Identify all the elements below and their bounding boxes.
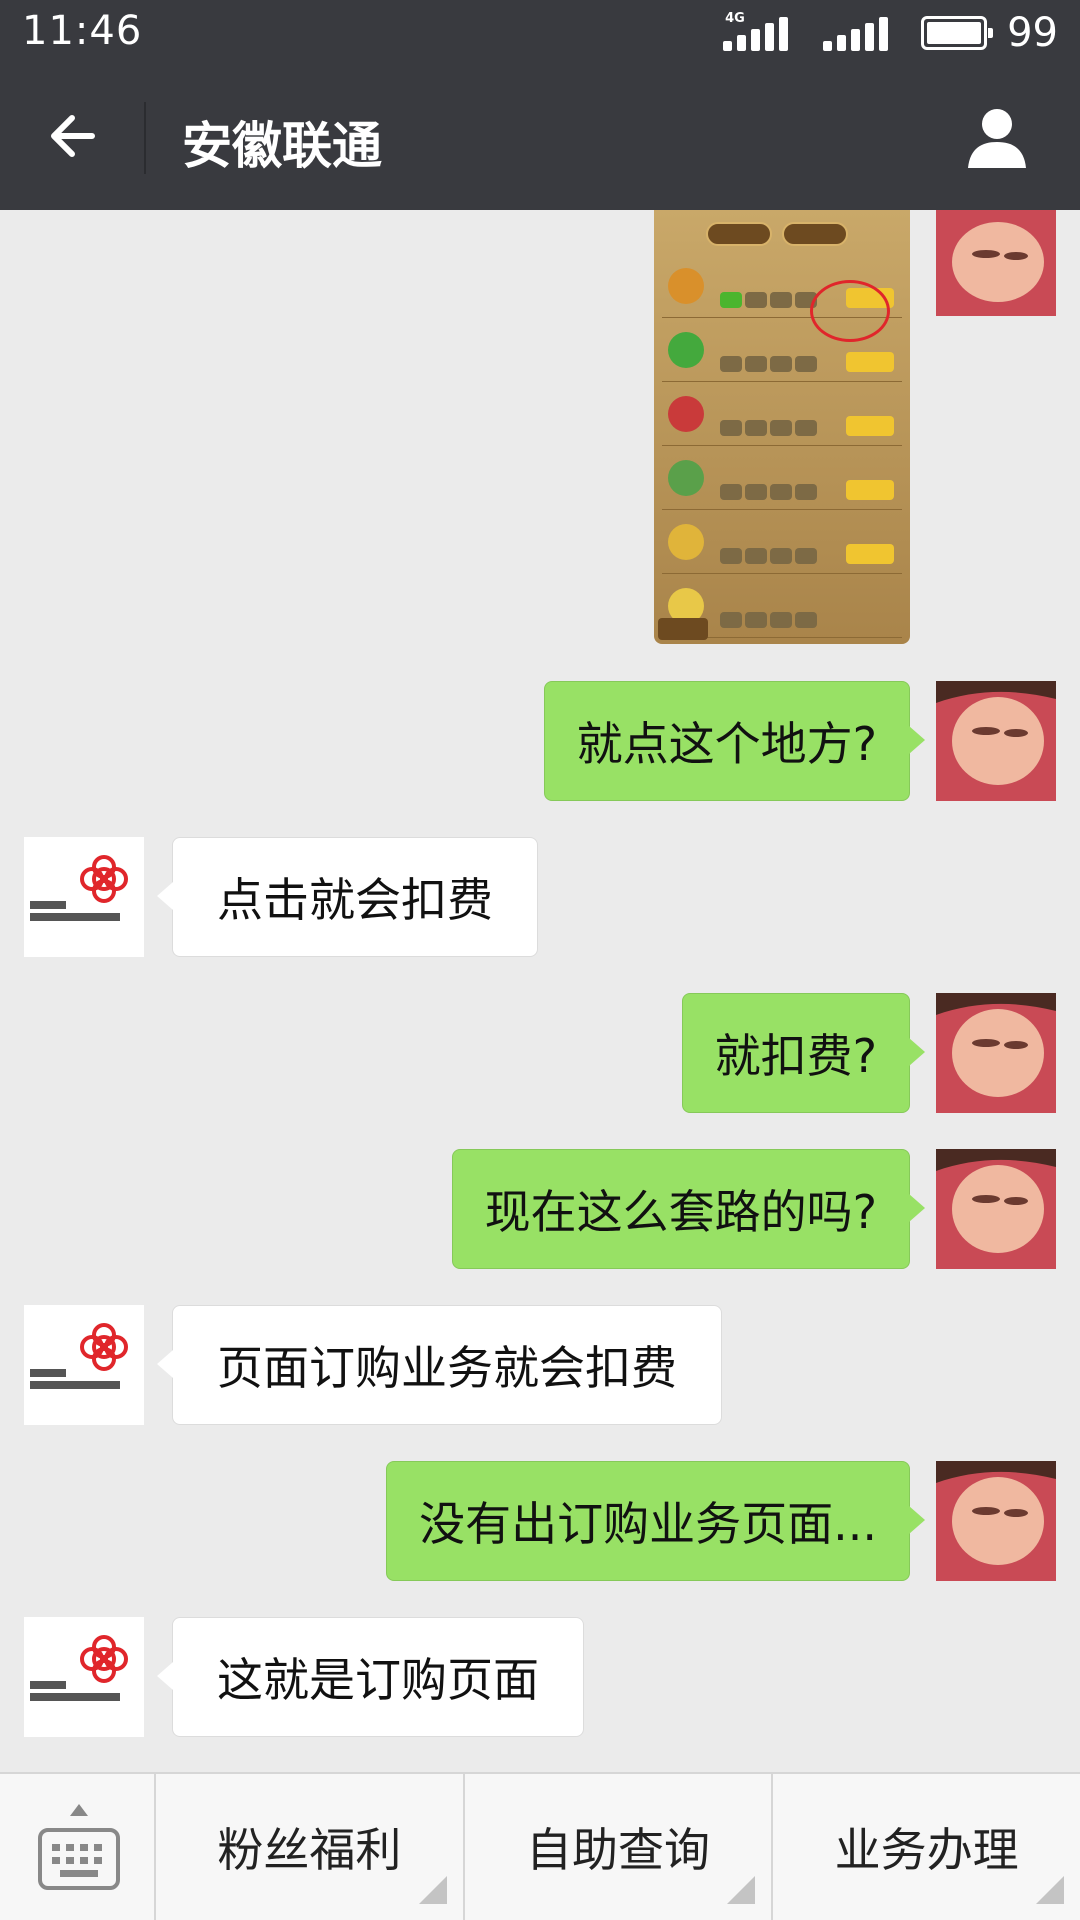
submenu-corner-icon	[727, 1876, 756, 1904]
cell-signal-icon	[821, 13, 901, 53]
title-bar: 安徽联通	[0, 66, 1080, 210]
message-text: 这就是订购页面	[217, 1653, 539, 1707]
submenu-corner-icon	[1036, 1876, 1065, 1904]
china-unicom-logo-avatar[interactable]	[24, 837, 144, 957]
chat-area[interactable]: 就点这个地方? 点击就会扣费 就扣费? 现在这么套路的吗? 页面订购业务就会扣费…	[0, 210, 1080, 1772]
menu-fan-benefits[interactable]: 粉丝福利	[156, 1774, 465, 1920]
avatar[interactable]	[936, 1149, 1056, 1269]
mobile-data-signal-icon: 4G	[721, 11, 801, 53]
message-bubble-outgoing[interactable]: 就扣费?	[681, 993, 926, 1113]
status-icons: 4G 99	[721, 10, 1058, 56]
title-divider	[144, 102, 146, 174]
network-type-label: 4G	[725, 11, 745, 26]
battery-level: 99	[1007, 10, 1058, 56]
message-text: 页面订购业务就会扣费	[217, 1341, 677, 1395]
menu-label: 自助查询	[526, 1823, 710, 1877]
chat-title: 安徽联通	[182, 117, 382, 175]
message-text: 就扣费?	[714, 1029, 877, 1083]
message-text: 就点这个地方?	[576, 717, 877, 771]
battery-icon	[921, 16, 994, 50]
menu-business-handling[interactable]: 业务办理	[773, 1774, 1080, 1920]
chevron-up-icon	[70, 1804, 88, 1816]
game-upgrade-screenshot[interactable]	[654, 210, 910, 644]
china-unicom-logo-avatar[interactable]	[24, 1617, 144, 1737]
china-unicom-logo-avatar[interactable]	[24, 1305, 144, 1425]
message-text: 没有出订购业务页面...	[419, 1497, 877, 1551]
avatar[interactable]	[936, 1461, 1056, 1581]
message-bubble-incoming[interactable]: 这就是订购页面	[157, 1617, 584, 1737]
message-text: 点击就会扣费	[217, 873, 493, 927]
menu-label: 粉丝福利	[217, 1823, 402, 1877]
submenu-corner-icon	[418, 1876, 447, 1904]
menu-label: 业务办理	[834, 1823, 1019, 1877]
status-bar: 11:46 4G 99	[0, 0, 1080, 66]
avatar[interactable]	[936, 210, 1056, 316]
message-bubble-incoming[interactable]: 点击就会扣费	[157, 837, 538, 957]
person-icon[interactable]	[964, 104, 1030, 170]
bottom-menu: 粉丝福利 自助查询 业务办理	[0, 1772, 1080, 1920]
red-circle-highlight	[810, 280, 890, 342]
arrow-left-icon[interactable]	[44, 106, 104, 166]
avatar[interactable]	[936, 681, 1056, 801]
message-bubble-incoming[interactable]: 页面订购业务就会扣费	[157, 1305, 722, 1425]
message-text: 现在这么套路的吗?	[484, 1185, 877, 1239]
keyboard-toggle-button[interactable]	[0, 1774, 156, 1920]
message-bubble-outgoing[interactable]: 没有出订购业务页面...	[386, 1461, 925, 1581]
menu-self-service-query[interactable]: 自助查询	[465, 1774, 774, 1920]
message-bubble-outgoing[interactable]: 就点这个地方?	[543, 681, 926, 801]
avatar[interactable]	[936, 993, 1056, 1113]
keyboard-icon	[38, 1828, 120, 1890]
status-time: 11:46	[22, 8, 143, 54]
message-bubble-outgoing[interactable]: 现在这么套路的吗?	[451, 1149, 926, 1269]
